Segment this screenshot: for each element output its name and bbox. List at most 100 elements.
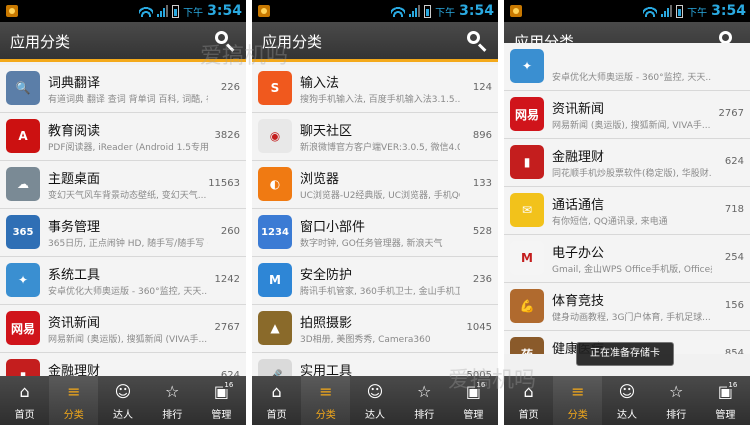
category-row[interactable]: ✦ 安卓优化大师奥运版 - 360°监控, 天天...: [504, 43, 750, 91]
tab-label: 首页: [14, 410, 35, 421]
tab-manage[interactable]: ▣ 16 管理: [449, 376, 498, 425]
category-row[interactable]: ◉ 聊天社区 新浪微博官方客户端VER:3.0.5, 微信4.0... 896: [252, 113, 498, 161]
category-row[interactable]: ◐ 浏览器 UC浏览器-U2经典版, UC浏览器, 手机QQ... 133: [252, 161, 498, 209]
netease-news-icon: 网易: [510, 97, 544, 131]
category-name: 聊天社区: [300, 124, 353, 139]
category-count: 854: [724, 348, 744, 354]
category-row[interactable]: 🔍 词典翻译 有道词典 翻译 查词 背单词 百科, 词酷, 谷... 226: [0, 65, 246, 113]
category-row[interactable]: ▮ 金融理财 624: [0, 353, 246, 376]
tab-face[interactable]: ☺ 达人: [350, 376, 399, 425]
category-description: 3D相册, 美图秀秀, Camera360: [300, 335, 431, 345]
category-row[interactable]: 1234 窗口小部件 数字时钟, GO任务管理器, 新浪天气 528: [252, 209, 498, 257]
app-notification-icon: [6, 5, 18, 17]
category-description: 网易新闻 (奥运版), 搜狐新闻 (VIVA手...: [48, 335, 208, 345]
category-name: 系统工具: [48, 268, 101, 283]
tab-badge: 16: [475, 381, 487, 389]
list-icon: ≡: [67, 382, 81, 401]
category-row[interactable]: ✦ 系统工具 安卓优化大师奥运版 - 360°监控, 天天... 1242: [0, 257, 246, 305]
status-bar: 下午 3:54: [252, 0, 498, 22]
category-name: 体育竞技: [552, 294, 605, 309]
tab-star[interactable]: ☆ 排行: [148, 376, 197, 425]
list-icon: ≡: [571, 382, 585, 401]
category-count: 156: [724, 300, 744, 311]
microphone-icon: 🎤: [258, 359, 292, 376]
category-name: 教育阅读: [48, 124, 101, 139]
page-title: 应用分类: [10, 33, 71, 51]
star-icon: ☆: [669, 382, 684, 401]
category-row[interactable]: ▲ 拍照摄影 3D相册, 美图秀秀, Camera360 1045: [252, 305, 498, 353]
tab-list[interactable]: ≡ 分类: [301, 376, 351, 425]
tab-manage[interactable]: ▣ 16 管理: [701, 376, 750, 425]
tab-list[interactable]: ≡ 分类: [553, 376, 603, 425]
tab-label: 首页: [266, 410, 287, 421]
category-name: 资讯新闻: [552, 102, 605, 117]
search-icon[interactable]: [214, 30, 236, 52]
category-row[interactable]: ☁ 主题桌面 变幻天气风车背景动态壁纸, 变幻天气... 11563: [0, 161, 246, 209]
category-count: 718: [724, 204, 744, 215]
tab-star[interactable]: ☆ 排行: [400, 376, 449, 425]
category-row[interactable]: M 安全防护 腾讯手机管家, 360手机卫士, 金山手机卫士 236: [252, 257, 498, 305]
face-icon: ☺: [114, 382, 132, 401]
category-name: 词典翻译: [48, 76, 101, 91]
category-row[interactable]: 网易 资讯新闻 网易新闻 (奥运版), 搜狐新闻, VIVA手... 2767: [504, 91, 750, 139]
status-bar: 下午 3:54: [0, 0, 246, 22]
finance-icon: ▮: [6, 359, 40, 376]
category-count: 254: [724, 252, 744, 263]
category-row[interactable]: ▮ 金融理财 同花顺手机炒股票软件(稳定版), 华股财... 624: [504, 139, 750, 187]
tab-manage[interactable]: ▣ 16 管理: [197, 376, 246, 425]
tab-face[interactable]: ☺ 达人: [98, 376, 147, 425]
category-list[interactable]: S 输入法 搜狗手机输入法, 百度手机输入法3.1.5... 124 ◉ 聊天社区 新浪微博…: [252, 65, 498, 376]
category-description: PDF阅读器, iReader (Android 1.5专用版...: [48, 143, 208, 153]
category-list[interactable]: ✦ 安卓优化大师奥运版 - 360°监控, 天天... 网易 资讯新闻网易新闻 (奥运…: [504, 43, 750, 354]
category-description: 网易新闻 (奥运版), 搜狐新闻, VIVA手...: [552, 121, 711, 131]
category-description: 新浪微博官方客户端VER:3.0.5, 微信4.0...: [300, 143, 460, 153]
tab-home[interactable]: ⌂ 首页: [0, 376, 49, 425]
category-row[interactable]: 💪 体育竞技 健身动画教程, 3G门户体育, 手机足球... 156: [504, 283, 750, 331]
tab-label: 排行: [414, 410, 435, 421]
status-indicators: 下午 3:54: [391, 0, 494, 22]
category-description: 健身动画教程, 3G门户体育, 手机足球...: [552, 313, 711, 323]
category-row[interactable]: 网易 资讯新闻 网易新闻 (奥运版), 搜狐新闻 (VIVA手... 2767: [0, 305, 246, 353]
category-description: 365日历, 正点闹钟 HD, 随手写/随手写 (...: [48, 239, 208, 249]
category-description: Gmail, 金山WPS Office手机版, Office办公...: [552, 265, 712, 275]
netease-news-icon: 网易: [6, 311, 40, 345]
category-name: 浏览器: [300, 172, 340, 187]
sms-envelope-icon: ✉: [510, 193, 544, 227]
category-count: 236: [472, 274, 492, 285]
system-tools-icon: ✦: [510, 49, 544, 83]
bottom-tab-bar: ⌂ 首页 ≡ 分类 ☺ 达人 ☆ 排行 ▣ 16 管理: [0, 376, 246, 425]
tab-label: 管理: [463, 410, 484, 421]
category-row[interactable]: ✉ 通话通信 有你短信, QQ通讯录, 来电通 718: [504, 187, 750, 235]
category-row[interactable]: A 教育阅读 PDF阅读器, iReader (Android 1.5专用版... 3…: [0, 113, 246, 161]
category-row[interactable]: 365 事务管理 365日历, 正点闹钟 HD, 随手写/随手写 (... 260: [0, 209, 246, 257]
category-description: 有你短信, QQ通讯录, 来电通: [552, 217, 668, 227]
face-icon: ☺: [618, 382, 636, 401]
status-ampm: 下午: [435, 7, 456, 19]
category-name: 事务管理: [48, 220, 101, 235]
title-bar: 应用分类: [0, 22, 246, 62]
tab-list[interactable]: ≡ 分类: [49, 376, 99, 425]
category-row[interactable]: S 输入法 搜狗手机输入法, 百度手机输入法3.1.5... 124: [252, 65, 498, 113]
app-notification-icon: [510, 5, 522, 17]
tab-face[interactable]: ☺ 达人: [602, 376, 651, 425]
system-tools-icon: ✦: [6, 263, 40, 297]
tab-star[interactable]: ☆ 排行: [652, 376, 701, 425]
pdf-reader-icon: A: [6, 119, 40, 153]
category-list[interactable]: 🔍 词典翻译 有道词典 翻译 查词 背单词 百科, 词酷, 谷... 226 A 教育阅读…: [0, 65, 246, 376]
medicine-icon: 药: [510, 337, 544, 354]
tab-home[interactable]: ⌂ 首页: [252, 376, 301, 425]
wifi-icon: [391, 6, 405, 17]
category-name: 实用工具: [300, 364, 353, 376]
tab-label: 分类: [63, 410, 84, 421]
tab-home[interactable]: ⌂ 首页: [504, 376, 553, 425]
home-icon: ⌂: [523, 382, 534, 401]
category-row[interactable]: M 电子办公 Gmail, 金山WPS Office手机版, Office办公...…: [504, 235, 750, 283]
search-icon[interactable]: [466, 30, 488, 52]
category-row[interactable]: 🎤 实用工具 5005: [252, 353, 498, 376]
battery-icon: [676, 4, 684, 18]
page-title: 应用分类: [262, 33, 323, 51]
category-description: 安卓优化大师奥运版 - 360°监控, 天天...: [48, 287, 208, 297]
phone-screen: 下午 3:54 应用分类 ✦ 安卓优化大师奥运版 - 360°监控, 天天... 网易 资讯…: [504, 0, 750, 425]
category-name: 拍照摄影: [300, 316, 353, 331]
status-bar: 下午 3:54: [504, 0, 750, 22]
